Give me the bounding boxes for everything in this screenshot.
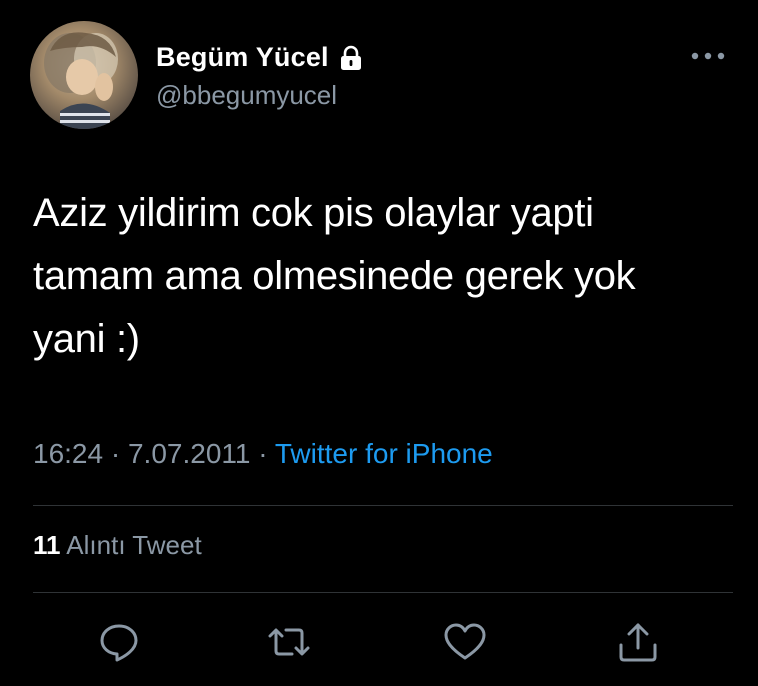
like-button[interactable] bbox=[440, 617, 490, 667]
heart-icon bbox=[444, 623, 486, 660]
tweet-card: Begüm Yücel @bbegumyucel Aziz yildirim c… bbox=[0, 0, 758, 686]
meta-separator: · bbox=[258, 438, 268, 469]
divider bbox=[33, 592, 733, 593]
author-display-name[interactable]: Begüm Yücel bbox=[156, 42, 329, 73]
avatar[interactable] bbox=[30, 21, 138, 129]
quote-tweets-stat[interactable]: 11 Alıntı Tweet bbox=[33, 530, 202, 561]
reply-button[interactable] bbox=[94, 617, 144, 667]
share-button[interactable] bbox=[613, 617, 663, 667]
retweet-button[interactable] bbox=[264, 617, 314, 667]
share-icon bbox=[619, 623, 657, 662]
tweet-source-link[interactable]: Twitter for iPhone bbox=[275, 438, 493, 469]
tweet-time: 16:24 bbox=[33, 438, 104, 469]
tweet-metadata: 16:24 · 7.07.2011 · Twitter for iPhone bbox=[33, 438, 493, 470]
divider bbox=[33, 505, 733, 506]
reply-icon bbox=[100, 624, 138, 662]
quote-count: 11 bbox=[33, 530, 61, 560]
avatar-photo bbox=[44, 32, 118, 129]
author-handle[interactable]: @bbegumyucel bbox=[156, 80, 337, 111]
author-name-row: Begüm Yücel bbox=[156, 42, 363, 73]
more-options-icon[interactable] bbox=[688, 47, 728, 65]
quote-label: Alıntı Tweet bbox=[66, 530, 202, 560]
lock-icon bbox=[340, 45, 361, 70]
tweet-text: Aziz yildirim cok pis olaylar yapti tama… bbox=[33, 191, 636, 361]
tweet-date: 7.07.2011 bbox=[127, 438, 251, 469]
meta-separator: · bbox=[110, 438, 121, 469]
retweet-icon bbox=[268, 628, 310, 656]
